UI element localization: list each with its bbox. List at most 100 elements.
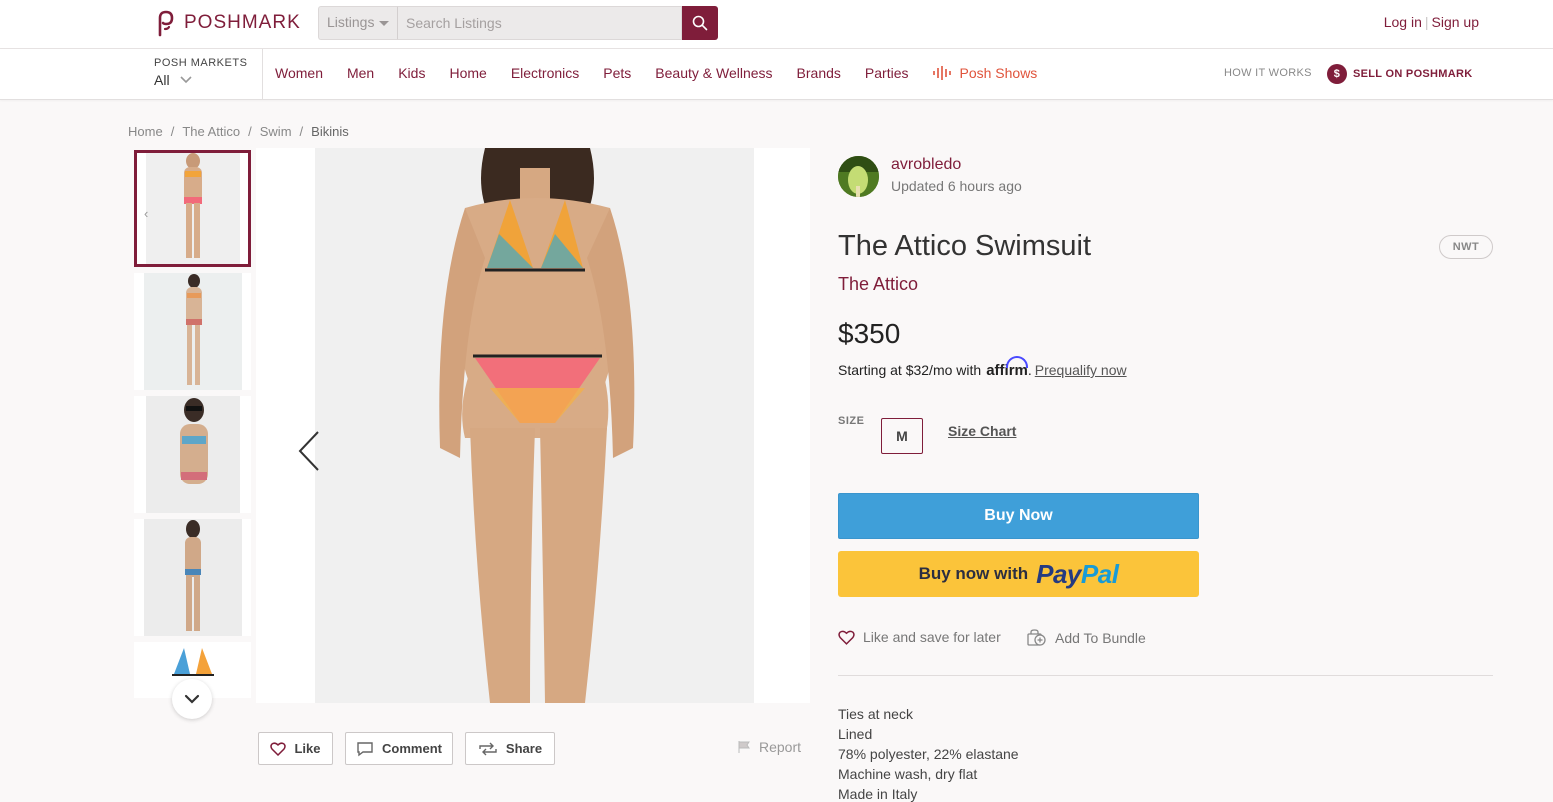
add-to-bundle-link[interactable]: Add To Bundle (1026, 629, 1146, 647)
thumbnail-1[interactable] (134, 150, 251, 267)
search-category-select[interactable]: Listings (318, 6, 398, 40)
nav-link-pets[interactable]: Pets (603, 65, 631, 81)
like-button[interactable]: Like (258, 732, 333, 765)
breadcrumb-home[interactable]: Home (128, 124, 163, 139)
seller-info: avrobledo Updated 6 hours ago (838, 156, 1022, 197)
like-save-link[interactable]: Like and save for later (838, 629, 1001, 645)
paypal-logo: PayPal (1036, 558, 1119, 590)
heart-icon (838, 630, 855, 645)
listing-price: $350 (838, 318, 901, 349)
thumbnail-image (183, 153, 202, 258)
heart-icon (270, 741, 287, 756)
search-input[interactable] (398, 6, 682, 40)
like-label: Like (294, 741, 321, 756)
size-option[interactable]: M (881, 418, 923, 454)
posh-shows-label: Posh Shows (959, 65, 1038, 81)
section-divider (838, 675, 1493, 676)
avatar-image (838, 156, 879, 197)
posh-markets-selector[interactable]: POSH MARKETS All (154, 57, 247, 88)
main-product-image[interactable] (315, 148, 754, 703)
breadcrumb-brand[interactable]: The Attico (182, 124, 240, 139)
search-button[interactable] (682, 6, 718, 40)
nav-link-home[interactable]: Home (449, 65, 486, 81)
search-icon (692, 15, 708, 31)
description-line: Lined (838, 726, 873, 742)
report-link[interactable]: Report (737, 739, 801, 755)
size-label: SIZE (838, 415, 865, 427)
thumbnail-4[interactable] (134, 519, 251, 636)
affirm-financing: Starting at $32/mo with affirm. Prequali… (838, 356, 1127, 379)
bundle-add-icon (1027, 629, 1046, 646)
main-image-prev-button[interactable] (296, 430, 322, 477)
nav-link-posh-shows[interactable]: Posh Shows (932, 65, 1037, 81)
thumbnail-strip (134, 150, 251, 698)
nav-links: Women Men Kids Home Electronics Pets Bea… (275, 65, 1037, 81)
condition-badge: NWT (1439, 235, 1493, 259)
listing-description: Ties at neck Lined 78% polyester, 22% el… (838, 704, 1019, 802)
seller-text: avrobledo Updated 6 hours ago (891, 156, 1022, 197)
thumbnails-scroll-down-button[interactable] (172, 679, 212, 719)
logo-text: POSHMARK (184, 12, 301, 33)
like-save-label: Like and save for later (863, 629, 1001, 645)
nav-divider (262, 49, 263, 100)
affirm-text: Starting at $32/mo with (838, 362, 982, 378)
prequalify-link[interactable]: Prequalify now (1035, 362, 1127, 378)
paypal-buy-button[interactable]: Buy now with PayPal (838, 551, 1199, 597)
description-line: Made in Italy (838, 786, 918, 802)
paypal-button-label: Buy now with (918, 564, 1029, 583)
thumbnail-2[interactable] (134, 273, 251, 390)
breadcrumb-subcategory[interactable]: Bikinis (311, 124, 349, 139)
share-button[interactable]: Share (465, 732, 555, 765)
breadcrumb-category[interactable]: Swim (260, 124, 292, 139)
chevron-left-icon (298, 431, 319, 471)
breadcrumb: Home / The Attico / Swim / Bikinis (128, 124, 349, 139)
top-header: POSHMARK Listings Log in|Sign up (0, 0, 1553, 49)
paypal-logo-pay: Pay (1036, 558, 1081, 589)
nav-link-brands[interactable]: Brands (797, 65, 841, 81)
thumbnail-3[interactable] (134, 396, 251, 513)
nav-link-women[interactable]: Women (275, 65, 323, 81)
thumbnail-prev-icon[interactable]: ‹ (144, 206, 148, 221)
thumbnail-image (184, 520, 201, 631)
paypal-logo-pal: Pal (1080, 558, 1119, 589)
nav-link-electronics[interactable]: Electronics (511, 65, 579, 81)
flag-icon (738, 741, 750, 753)
sell-label: SELL ON POSHMARK (1353, 68, 1473, 80)
product-photo (439, 148, 635, 703)
description-line: Ties at neck (838, 706, 913, 722)
comment-button[interactable]: Comment (345, 732, 453, 765)
comment-label: Comment (382, 741, 442, 756)
seller-avatar[interactable] (838, 156, 879, 197)
caret-down-icon (379, 21, 389, 26)
sound-wave-icon (933, 66, 952, 80)
nav-link-kids[interactable]: Kids (398, 65, 425, 81)
dollar-icon: $ (1327, 64, 1347, 84)
report-label: Report (759, 739, 802, 755)
signup-link[interactable]: Sign up (1432, 14, 1479, 30)
poshmark-p-icon (158, 10, 174, 37)
auth-links: Log in | Sign up (1384, 14, 1479, 30)
nav-link-beauty-wellness[interactable]: Beauty & Wellness (655, 65, 772, 81)
share-icon (479, 742, 497, 755)
size-chart-link[interactable]: Size Chart (948, 423, 1016, 439)
nav-link-men[interactable]: Men (347, 65, 374, 81)
thumbnail-image (179, 398, 208, 484)
search-category-value: Listings (327, 14, 375, 30)
sell-on-poshmark-link[interactable]: $ SELL ON POSHMARK (1327, 64, 1473, 84)
breadcrumb-separator: / (299, 124, 304, 139)
poshmark-logo[interactable]: POSHMARK (154, 9, 301, 37)
affirm-arc-icon (1006, 356, 1029, 368)
description-line: Machine wash, dry flat (838, 766, 978, 782)
listing-updated-time: Updated 6 hours ago (891, 178, 1022, 194)
thumbnail-image (185, 274, 202, 385)
how-it-works-link[interactable]: HOW IT WORKS (1224, 67, 1312, 79)
nav-link-parties[interactable]: Parties (865, 65, 909, 81)
login-link[interactable]: Log in (1384, 14, 1422, 30)
seller-username[interactable]: avrobledo (891, 156, 1022, 174)
listing-title: The Attico Swimsuit (838, 230, 1092, 262)
buy-now-button[interactable]: Buy Now (838, 493, 1199, 539)
posh-markets-current: All (154, 72, 170, 88)
nav-bar: POSH MARKETS All Women Men Kids Home Ele… (0, 49, 1553, 100)
affirm-period: . (1027, 362, 1032, 378)
listing-brand-link[interactable]: The Attico (838, 274, 918, 295)
